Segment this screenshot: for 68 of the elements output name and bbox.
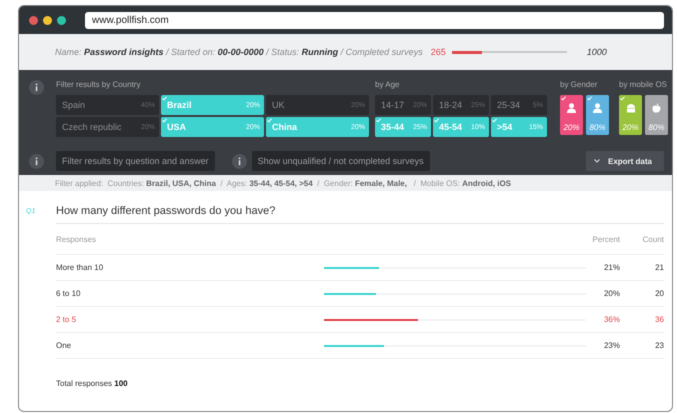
response-label: 6 to 10	[56, 289, 82, 298]
response-percent: 36%	[602, 315, 620, 324]
tile-percent: 20%	[622, 123, 638, 132]
response-label: 2 to 5	[56, 315, 78, 324]
filter-tile[interactable]: 20%	[560, 95, 583, 135]
check-icon	[620, 96, 625, 101]
column-header: Percent	[591, 234, 620, 244]
tile-percent: 80%	[648, 123, 664, 132]
total-responses: Total responses 100	[56, 379, 129, 388]
option-label: >54	[497, 122, 512, 132]
option-label: USA	[167, 122, 186, 132]
response-count: 20	[654, 289, 664, 298]
column-header: Responses	[56, 234, 98, 244]
check-icon	[434, 118, 439, 123]
option-label: Spain	[62, 100, 86, 110]
response-count: 23	[654, 341, 664, 350]
response-percent: 20%	[602, 289, 620, 298]
filter-label: by Gender	[560, 80, 598, 91]
check-icon	[162, 118, 167, 123]
filter-label: by Age	[375, 80, 400, 91]
completed-count: 265	[430, 47, 446, 57]
check-icon	[492, 118, 497, 123]
person-icon	[567, 103, 576, 113]
export-button[interactable]: Export data	[586, 151, 664, 171]
close-dot[interactable]	[29, 16, 38, 24]
option-label: 35-44	[381, 122, 404, 132]
response-label: More than 10	[56, 263, 104, 272]
filter-label: Filter results by Country	[56, 80, 142, 91]
option-label: 25-34	[497, 100, 520, 110]
option-label: Brazil	[167, 100, 192, 110]
column-header: Count	[642, 234, 664, 244]
applied-filters-text: Filter applied: Countries: Brazil, USA, China / Ages: 35-44, 45-54, >54 / Gender: Female, Male, / Mobile OS: Android, iOS	[55, 178, 512, 188]
chevron-down-icon	[594, 159, 600, 163]
option-label: 18-24	[439, 100, 462, 110]
response-percent: 23%	[602, 341, 620, 350]
target-count: 1000	[586, 47, 607, 57]
check-icon	[561, 96, 566, 101]
tile-percent: 80%	[589, 123, 606, 132]
maximize-dot[interactable]	[57, 16, 66, 24]
question-filter-button[interactable]: Filter results by question and answer	[56, 151, 215, 171]
tile-percent: 20%	[563, 123, 580, 132]
unqualified-toggle-button[interactable]: Show unqualified / not completed surveys	[252, 151, 430, 171]
option-label: 45-54	[439, 122, 462, 132]
info-icon[interactable]	[29, 154, 44, 168]
response-label: One	[56, 341, 72, 350]
filter-tile[interactable]: 80%	[645, 95, 668, 135]
option-label: UK	[272, 100, 285, 110]
person-icon	[593, 103, 602, 113]
minimize-dot[interactable]	[43, 16, 52, 24]
option-label: China	[272, 122, 298, 132]
filter-tile[interactable]: 80%	[586, 95, 609, 135]
option-label: 14-17	[381, 100, 404, 110]
apple-icon	[652, 103, 661, 113]
question-text: How many different passwords do you have?	[56, 205, 664, 224]
survey-info-text: Name: Password insights / Started on: 00-00-0000 / Status: Running / Completed surveys	[55, 47, 423, 57]
option-label: Czech republic	[62, 122, 122, 132]
url-field[interactable]: www.pollfish.com	[85, 12, 664, 28]
check-icon	[267, 118, 272, 123]
filter-label: by mobile OS	[619, 80, 668, 91]
response-count: 36	[654, 315, 664, 324]
check-icon	[587, 96, 592, 101]
response-percent: 21%	[602, 263, 620, 272]
response-count: 21	[654, 263, 664, 272]
check-icon	[376, 118, 381, 123]
check-icon	[162, 96, 167, 101]
info-icon[interactable]	[232, 154, 247, 168]
android-icon	[626, 103, 636, 113]
info-icon[interactable]	[29, 80, 44, 95]
